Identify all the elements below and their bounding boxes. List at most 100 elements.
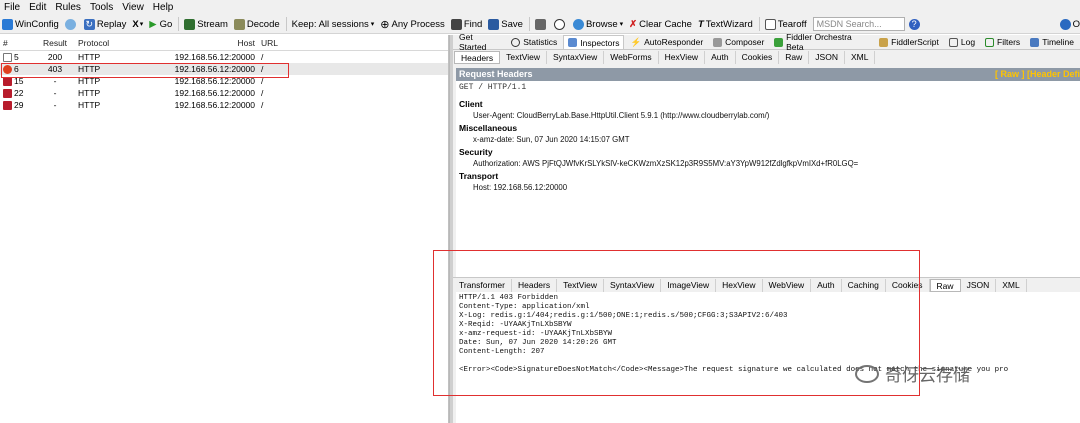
tab-composer[interactable]: Composer xyxy=(709,35,768,49)
row-protocol: HTTP xyxy=(78,88,101,98)
menu-bar: File Edit Rules Tools View Help xyxy=(0,0,1080,15)
inspect-icon xyxy=(568,38,578,47)
online-indicator[interactable]: O xyxy=(1059,18,1080,30)
group-miscellaneous[interactable]: Miscellaneous xyxy=(459,123,1077,134)
comment-button[interactable] xyxy=(64,18,78,30)
col-result[interactable]: Result xyxy=(40,38,70,48)
winconfig-button[interactable]: WinConfig xyxy=(2,18,59,30)
tearoff-button[interactable]: Tearoff xyxy=(764,18,807,30)
tab-inspectors[interactable]: Inspectors xyxy=(563,35,625,49)
tab-log[interactable]: Log xyxy=(945,35,979,49)
table-row[interactable]: 29 - HTTP 192.168.56.12:20000 / xyxy=(0,99,448,111)
crosshair-icon: ⊕ xyxy=(380,18,390,31)
resp-tab-xml[interactable]: XML xyxy=(996,278,1027,292)
req-tab-xml[interactable]: XML xyxy=(845,51,876,64)
req-tab-syntaxview[interactable]: SyntaxView xyxy=(547,51,605,64)
tab-filters[interactable]: Filters xyxy=(981,35,1024,49)
log-icon xyxy=(948,37,958,47)
any-process-button[interactable]: ⊕ Any Process xyxy=(380,18,445,31)
header-host[interactable]: Host: 192.168.56.12:20000 xyxy=(459,182,1077,194)
stream-button[interactable]: Stream xyxy=(184,18,228,30)
tab-label: Statistics xyxy=(523,37,558,47)
req-tab-json[interactable]: JSON xyxy=(809,51,845,64)
decode-label: Decode xyxy=(246,18,280,30)
menu-edit[interactable]: Edit xyxy=(29,2,46,13)
req-tab-raw[interactable]: Raw xyxy=(779,51,810,64)
group-transport[interactable]: Transport xyxy=(459,171,1077,182)
timer-button[interactable] xyxy=(553,18,567,30)
clock-icon xyxy=(553,18,565,30)
req-tab-auth[interactable]: Auth xyxy=(705,51,736,64)
textwizard-label: TextWizard xyxy=(705,18,753,30)
tab-fiddlerscript[interactable]: FiddlerScript xyxy=(875,35,943,49)
request-tabs: Headers TextView SyntaxView WebForms Hex… xyxy=(453,50,1080,65)
tab-timeline[interactable]: Timeline xyxy=(1026,35,1078,49)
menu-tools[interactable]: Tools xyxy=(90,2,113,13)
req-tab-textview[interactable]: TextView xyxy=(500,51,547,64)
req-tab-cookies[interactable]: Cookies xyxy=(736,51,780,64)
textwizard-icon: T xyxy=(697,18,704,30)
remove-button[interactable]: X ▾ xyxy=(132,19,143,30)
req-tab-hexview[interactable]: HexView xyxy=(659,51,706,64)
header-authorization[interactable]: Authorization: AWS PjFtQJWfvKrSLYkSlV-ke… xyxy=(459,158,1077,170)
go-label: Go xyxy=(159,18,173,30)
row-host: 192.168.56.12:20000 xyxy=(174,52,255,62)
tab-autoresponder[interactable]: ⚡ AutoResponder xyxy=(626,35,707,49)
tearoff-icon xyxy=(764,18,776,30)
col-url[interactable]: URL xyxy=(255,38,295,48)
col-protocol[interactable]: Protocol xyxy=(70,38,130,48)
menu-rules[interactable]: Rules xyxy=(55,2,81,13)
request-icon xyxy=(3,88,12,98)
request-line: GET / HTTP/1.1 xyxy=(459,83,527,92)
raw-header-links[interactable]: [ Raw ] [Header Defi xyxy=(995,68,1080,81)
msdn-search-input[interactable]: MSDN Search... xyxy=(812,17,905,31)
header-user-agent[interactable]: User-Agent: CloudBerryLab.Base.HttpUtil.… xyxy=(459,110,1077,122)
resp-tab-raw[interactable]: Raw xyxy=(929,278,961,292)
table-row[interactable]: 22 - HTTP 192.168.56.12:20000 / xyxy=(0,87,448,99)
play-icon: ▶ xyxy=(149,18,157,30)
resp-tab-json[interactable]: JSON xyxy=(961,278,997,292)
col-num[interactable]: # xyxy=(0,38,40,48)
header-x-amz-date[interactable]: x-amz-date: Sun, 07 Jun 2020 14:15:07 GM… xyxy=(459,134,1077,146)
save-button[interactable]: Save xyxy=(488,18,523,30)
checkbox-icon xyxy=(985,37,995,47)
highlight-box-session xyxy=(1,63,289,78)
group-security[interactable]: Security xyxy=(459,147,1077,158)
textwizard-button[interactable]: T TextWizard xyxy=(698,19,753,30)
winconfig-label: WinConfig xyxy=(15,18,59,30)
find-button[interactable]: Find xyxy=(450,18,482,30)
clear-cache-icon: ✗ xyxy=(629,18,638,30)
row-result: - xyxy=(53,100,57,110)
sessions-pane: # Result Protocol Host URL 5 200 HTTP 19… xyxy=(0,35,449,423)
clock-icon xyxy=(511,37,521,47)
req-tab-webforms[interactable]: WebForms xyxy=(604,51,659,64)
tab-get-started[interactable]: Get Started xyxy=(455,32,505,52)
menu-file[interactable]: File xyxy=(4,2,20,13)
msdn-search-button[interactable]: ? xyxy=(908,18,922,30)
tab-statistics[interactable]: Statistics xyxy=(507,35,561,49)
replay-button[interactable]: ↻ Replay xyxy=(83,18,126,30)
row-host: 192.168.56.12:20000 xyxy=(174,100,255,110)
toolbar-separator xyxy=(285,17,287,31)
menu-view[interactable]: View xyxy=(122,2,144,13)
go-button[interactable]: ▶ Go xyxy=(149,19,172,30)
row-protocol: HTTP xyxy=(78,100,101,110)
dropdown-arrow-icon: ▾ xyxy=(139,21,144,28)
decode-button[interactable]: Decode xyxy=(233,18,280,30)
dropdown-arrow-icon: ▾ xyxy=(370,21,375,28)
wechat-icon xyxy=(855,364,879,383)
table-row[interactable]: 5 200 HTTP 192.168.56.12:20000 / xyxy=(0,51,448,63)
screenshot-button[interactable] xyxy=(534,18,548,30)
clear-cache-button[interactable]: ✗ Clear Cache xyxy=(629,19,692,30)
row-url: / xyxy=(261,88,264,98)
menu-help[interactable]: Help xyxy=(153,2,174,13)
keep-sessions-dropdown[interactable]: Keep: All sessions ▾ xyxy=(292,19,375,30)
req-tab-headers[interactable]: Headers xyxy=(454,51,501,64)
toolbar-separator xyxy=(528,17,530,31)
browse-button[interactable]: Browse ▾ xyxy=(572,18,623,30)
browse-label: Browse xyxy=(585,18,618,30)
col-host[interactable]: Host xyxy=(130,38,255,48)
tab-orchestra[interactable]: Fiddler Orchestra Beta xyxy=(770,32,873,52)
row-url: / xyxy=(261,100,264,110)
group-client[interactable]: Client xyxy=(459,99,1077,110)
